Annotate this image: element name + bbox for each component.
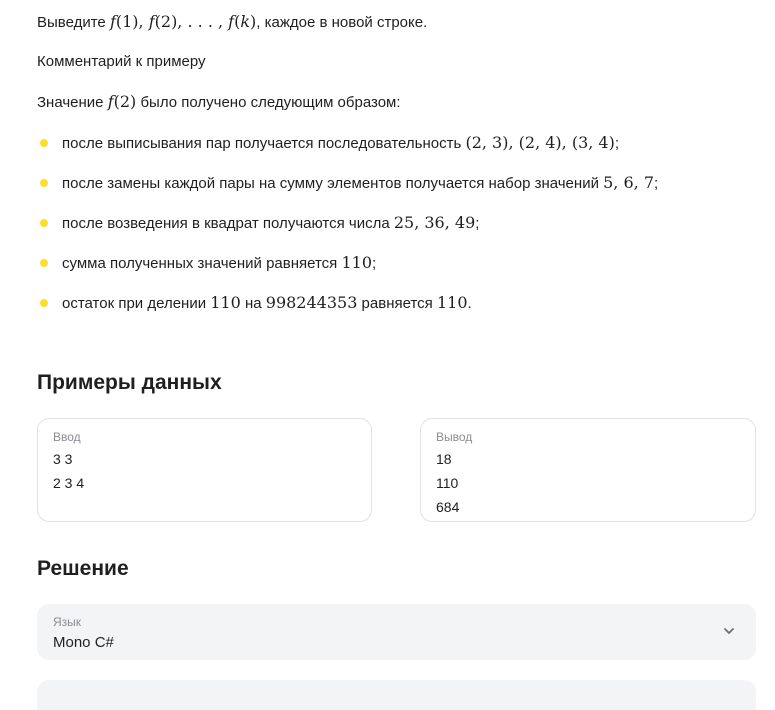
language-value: Mono C# xyxy=(53,634,114,651)
bullet-icon xyxy=(40,259,48,267)
input-label: Ввод xyxy=(53,430,81,444)
output-line: 110 xyxy=(436,475,459,491)
chevron-down-icon[interactable] xyxy=(722,624,736,638)
input-line: 2 3 4 xyxy=(53,475,85,491)
bullet-icon xyxy=(40,139,48,147)
input-line: 3 3 xyxy=(53,451,73,467)
output-label: Вывод xyxy=(436,430,473,444)
value-explanation: Значение f(2) было получено следующим об… xyxy=(37,92,401,111)
math-expression: f(2) xyxy=(107,92,137,111)
comment-heading: Комментарий к примеру xyxy=(37,53,206,70)
bullet-icon xyxy=(40,299,48,307)
language-label: Язык xyxy=(53,615,82,629)
example-input-card: Ввод 3 3 2 3 4 xyxy=(37,418,372,522)
solution-heading: Решение xyxy=(37,557,129,580)
output-suffix: , каждое в новой строке. xyxy=(256,14,428,31)
code-editor[interactable] xyxy=(37,680,756,710)
examples-heading: Примеры данных xyxy=(37,371,222,394)
output-line: 684 xyxy=(436,499,460,515)
output-prefix: Выведите xyxy=(37,14,110,31)
math-expression: f(1), f(2), . . . , f(k) xyxy=(109,12,257,31)
example-output-card: Вывод 18 110 684 xyxy=(420,418,756,522)
output-line: 18 xyxy=(436,451,452,467)
output-instruction: Выведите f(1), f(2), . . . , f(k), каждо… xyxy=(37,12,427,33)
language-select[interactable]: Язык Mono C# xyxy=(37,604,756,660)
bullet-icon xyxy=(40,179,48,187)
bullet-icon xyxy=(40,219,48,227)
